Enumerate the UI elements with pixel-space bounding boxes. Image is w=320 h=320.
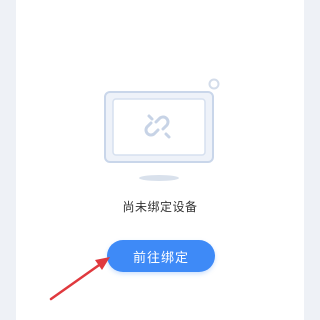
- screen: 尚未绑定设备 前往绑定: [0, 0, 320, 320]
- monitor-broken-link-icon: [104, 78, 220, 181]
- empty-state-message: 尚未绑定设备: [122, 200, 198, 214]
- go-bind-button[interactable]: 前往绑定: [107, 240, 215, 272]
